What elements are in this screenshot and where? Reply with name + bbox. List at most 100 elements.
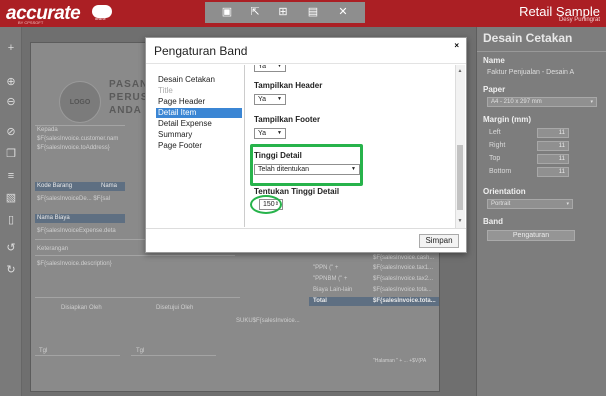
properties-panel: Desain Cetakan Name Faktur Penjualan - D… <box>476 27 606 396</box>
chevron-down-icon: ▾ <box>566 201 569 207</box>
previous-select-value: Ya <box>258 65 267 70</box>
expense-detail-row[interactable]: $F{salesInvoiceExpense.deta <box>37 228 116 234</box>
nav-detail-item[interactable]: Detail Item <box>156 108 242 118</box>
disiapkan-label[interactable]: Disiapkan Oleh <box>61 305 102 311</box>
orientation-select[interactable]: Portrait ▾ <box>487 199 573 209</box>
back-icon[interactable]: ↺ <box>4 241 18 255</box>
page-number-field[interactable]: "Halaman " + ... +$V{PA <box>373 358 426 364</box>
tampilkan-footer-label: Tampilkan Footer <box>254 115 321 124</box>
kode-barang-header[interactable]: Kode Barang <box>37 183 72 189</box>
band-settings-modal: Pengaturan Band × Desain Cetakan Title P… <box>145 37 467 253</box>
copy-icon[interactable]: ❐ <box>4 147 18 161</box>
divider <box>146 63 466 64</box>
divider <box>146 228 466 229</box>
panel-title: Desain Cetakan <box>483 31 573 45</box>
nav-page-header[interactable]: Page Header <box>156 97 242 107</box>
open-icon[interactable]: ⇱ <box>249 6 261 18</box>
tax1-field[interactable]: $F{salesInvoice.tax1... <box>373 265 433 271</box>
main-toolbar: ▣ ⇱ ⊞ ▤ ✕ <box>205 2 365 23</box>
align-icon[interactable]: ≡ <box>4 169 18 183</box>
close-icon[interactable]: × <box>454 41 459 50</box>
tampilkan-footer-value: Ya <box>258 130 267 137</box>
scroll-down-icon[interactable]: ▼ <box>455 218 465 224</box>
paper-select[interactable]: A4 - 210 x 297 mm ▾ <box>487 97 597 107</box>
tgl-label-2[interactable]: Tgl <box>136 348 144 354</box>
keterangan-label[interactable]: Keterangan <box>37 246 68 252</box>
left-label: Left <box>489 129 501 136</box>
name-value[interactable]: Faktur Penjualan - Desain A <box>487 69 574 76</box>
user-name: Desy Puningrat <box>558 17 600 23</box>
tampilkan-footer-select[interactable]: Ya ▼ <box>254 128 286 139</box>
cash-field[interactable]: $F{salesInvoice.cash... <box>373 255 434 261</box>
bottom-label: Bottom <box>489 168 512 175</box>
total-value[interactable]: $F{salesInvoice.tota... <box>373 298 436 304</box>
highlight-oval <box>250 195 282 214</box>
description-field[interactable]: $F{salesInvoice.description} <box>37 261 112 267</box>
zoom-out-icon[interactable]: ⊖ <box>4 95 18 109</box>
signature-line <box>131 355 216 356</box>
item-detail-row[interactable]: $F{salesInvoiceDe... $F{sal <box>37 196 110 202</box>
tampilkan-header-label: Tampilkan Header <box>254 81 323 90</box>
divider <box>35 125 125 126</box>
nav-divider <box>244 65 245 227</box>
chevron-down-icon: ▾ <box>590 99 593 105</box>
suku-field[interactable]: SUKU$F{salesInvoice... <box>236 318 300 324</box>
disetujui-label[interactable]: Disetujui Oleh <box>156 305 193 311</box>
add-icon[interactable]: ⊞ <box>277 6 289 18</box>
bottom-margin-input[interactable]: 11 <box>537 167 569 177</box>
app-logo-subtitle: BY CPSSOFT <box>18 20 44 25</box>
highlight-box <box>250 144 363 186</box>
right-label: Right <box>489 142 506 149</box>
save-icon[interactable]: ▣ <box>221 6 233 18</box>
tgl-label-1[interactable]: Tgl <box>39 348 47 354</box>
left-margin-input[interactable]: 11 <box>537 128 569 138</box>
top-margin-input[interactable]: 11 <box>537 154 569 164</box>
right-margin-input[interactable]: 11 <box>537 141 569 151</box>
plus-icon[interactable]: + <box>4 41 18 55</box>
name-label: Name <box>483 56 505 65</box>
scroll-up-icon[interactable]: ▲ <box>455 68 465 74</box>
previous-select[interactable]: Ya ▼ <box>254 65 286 72</box>
paper-label: Paper <box>483 85 506 94</box>
cloud-label: online <box>95 16 106 21</box>
zoom-in-icon[interactable]: ⊕ <box>4 75 18 89</box>
logo-placeholder[interactable]: LOGO <box>59 81 101 123</box>
margin-label: Margin (mm) <box>483 115 531 124</box>
divider <box>477 51 606 52</box>
chevron-down-icon: ▼ <box>277 130 282 136</box>
chart-icon[interactable]: ▤ <box>307 6 319 18</box>
tampilkan-header-select[interactable]: Ya ▼ <box>254 94 286 105</box>
chevron-down-icon: ▼ <box>277 96 282 102</box>
tota-field[interactable]: $F{salesInvoice.tota... <box>373 287 432 293</box>
tampilkan-header-value: Ya <box>258 96 267 103</box>
chevron-down-icon: ▼ <box>277 65 282 69</box>
paper-select-value: A4 - 210 x 297 mm <box>491 99 542 105</box>
nav-desain-cetakan[interactable]: Desain Cetakan <box>156 75 242 85</box>
pph-label[interactable]: "PPNBM (" + <box>313 276 347 282</box>
refresh-icon[interactable]: ↻ <box>4 263 18 277</box>
address-field[interactable]: $F{salesInvoice.toAddress} <box>37 145 110 151</box>
total-label[interactable]: Total <box>313 298 327 304</box>
nama-biaya-header[interactable]: Nama Biaya <box>37 215 70 221</box>
tax2-field[interactable]: $F{salesInvoice.tax2... <box>373 276 433 282</box>
ppn-label[interactable]: "PPN (" + <box>313 265 338 271</box>
nav-page-footer[interactable]: Page Footer <box>156 141 242 151</box>
orientation-select-value: Portrait <box>491 201 511 207</box>
nama-header[interactable]: Nama <box>101 183 117 189</box>
band-label: Band <box>483 217 503 226</box>
close-icon[interactable]: ✕ <box>337 6 349 18</box>
nav-summary[interactable]: Summary <box>156 130 242 140</box>
nav-detail-expense[interactable]: Detail Expense <box>156 119 242 129</box>
customer-field[interactable]: $F{salesInvoice.customer.nam <box>37 136 118 142</box>
image-icon[interactable]: ▧ <box>4 191 18 205</box>
band-settings-button[interactable]: Pengaturan <box>487 230 575 241</box>
modal-title: Pengaturan Band <box>154 44 248 58</box>
scroll-thumb[interactable] <box>457 145 463 210</box>
trash-icon[interactable]: ▯ <box>4 213 18 227</box>
orientation-label: Orientation <box>483 187 526 196</box>
left-toolbar: + ⊕ ⊖ ⊘ ❐ ≡ ▧ ▯ ↺ ↻ <box>0 27 22 396</box>
save-button[interactable]: Simpan <box>419 234 459 248</box>
biaya-label[interactable]: Biaya Lain-lain <box>313 287 352 293</box>
undo-icon[interactable]: ⊘ <box>4 125 18 139</box>
kepada-label[interactable]: Kepada <box>37 127 58 133</box>
